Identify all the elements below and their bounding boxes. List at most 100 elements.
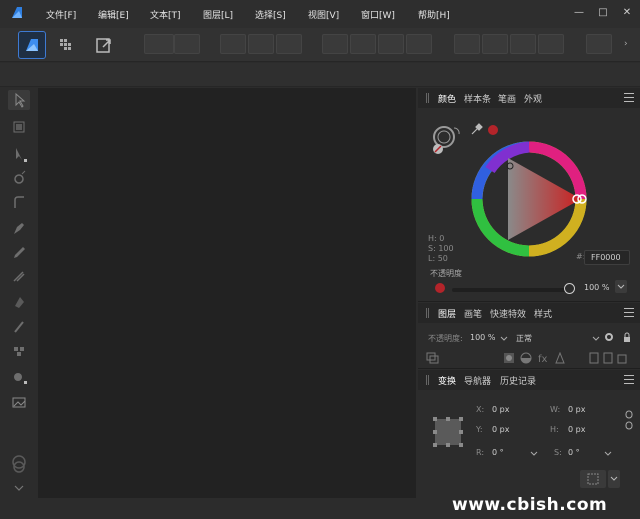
toolbar-button-4[interactable]: [248, 34, 274, 54]
move-tool[interactable]: [8, 90, 30, 110]
hex-input[interactable]: FF0000: [584, 250, 630, 265]
toolbar-button-6[interactable]: [322, 34, 348, 54]
color-panel-menu-icon[interactable]: [624, 93, 634, 102]
hue-readout: H: 0: [428, 234, 445, 243]
fill-stroke-selector-icon[interactable]: [430, 122, 466, 158]
artboard-tool[interactable]: [8, 117, 30, 137]
affinity-logo-icon[interactable]: [10, 6, 24, 20]
tab-history[interactable]: 历史记录: [500, 374, 536, 387]
blend-mode-chevron-icon[interactable]: [592, 334, 600, 342]
opacity-slider[interactable]: [452, 288, 572, 292]
link-aspect-icon[interactable]: [624, 410, 634, 430]
chevron-down-icon[interactable]: [500, 334, 508, 342]
toolbar-button-5[interactable]: [276, 34, 302, 54]
current-color-swatch[interactable]: [435, 283, 445, 293]
tab-appearance[interactable]: 外观: [524, 92, 542, 105]
toolbar-button-3[interactable]: [220, 34, 246, 54]
menu-select[interactable]: 选择[S]: [255, 8, 286, 21]
menu-edit[interactable]: 编辑[E]: [98, 8, 129, 21]
export-persona-button[interactable]: [90, 31, 118, 59]
blend-mode-value[interactable]: 正常: [516, 333, 532, 344]
toolbar-button-2[interactable]: [174, 34, 200, 54]
layers-panel-menu-icon[interactable]: [624, 308, 634, 317]
minimize-button[interactable]: —: [572, 6, 586, 20]
picked-color-swatch[interactable]: [488, 125, 498, 135]
eyedropper-icon[interactable]: [470, 122, 484, 136]
menu-help[interactable]: 帮助[H]: [418, 8, 450, 21]
tab-styles[interactable]: 样式: [534, 307, 552, 320]
menu-window[interactable]: 窗口[W]: [361, 8, 395, 21]
menu-view[interactable]: 视图[V]: [308, 8, 339, 21]
node-tool[interactable]: [8, 144, 30, 164]
layer-stack-icon[interactable]: [426, 352, 440, 364]
toolbar-button-1[interactable]: [144, 34, 174, 54]
toolbar-button-8[interactable]: [378, 34, 404, 54]
color-swatch-tool[interactable]: [8, 454, 30, 474]
w-value[interactable]: 0 px: [568, 405, 585, 414]
rotation-value[interactable]: 0 °: [492, 448, 504, 457]
layer-opacity-value[interactable]: 100 %: [470, 333, 495, 342]
node-pointer-icon: [16, 148, 27, 162]
tools-expand[interactable]: [8, 480, 30, 500]
color-wheel[interactable]: [470, 140, 588, 258]
toolbar-button-7[interactable]: [350, 34, 376, 54]
layer-actions-icons[interactable]: fx: [504, 352, 628, 364]
toolbar-button-12[interactable]: [510, 34, 536, 54]
opacity-dropdown[interactable]: [615, 280, 627, 293]
tab-transform[interactable]: 变换: [438, 374, 456, 387]
transparency-tool[interactable]: [8, 341, 30, 361]
fill-tool[interactable]: [8, 292, 30, 312]
gear-icon[interactable]: [604, 332, 614, 342]
vector-brush-tool[interactable]: [8, 266, 30, 286]
toolbar-overflow-icon[interactable]: ›: [624, 39, 628, 49]
close-button[interactable]: ✕: [620, 6, 634, 20]
tab-color[interactable]: 颜色: [438, 92, 456, 105]
tab-navigator[interactable]: 导航器: [464, 374, 491, 387]
chevron-down-icon[interactable]: [530, 449, 538, 457]
tab-layers[interactable]: 图层: [438, 307, 456, 320]
shape-icon: [14, 373, 27, 384]
svg-text:fx: fx: [538, 354, 548, 364]
opacity-slider-handle[interactable]: [564, 283, 575, 294]
toolbar-button-10[interactable]: [454, 34, 480, 54]
point-transform-tool[interactable]: [8, 168, 30, 188]
transform-panel-menu-icon[interactable]: [624, 375, 634, 384]
document-canvas[interactable]: [38, 88, 416, 498]
tools-panel: [0, 88, 38, 500]
shear-label: S:: [554, 448, 562, 457]
tab-swatches[interactable]: 样本条: [464, 92, 491, 105]
y-value[interactable]: 0 px: [492, 425, 509, 434]
toolbar-button-13[interactable]: [538, 34, 564, 54]
tab-stroke[interactable]: 笔画: [498, 92, 516, 105]
pencil-tool[interactable]: [8, 242, 30, 262]
x-value[interactable]: 0 px: [492, 405, 509, 414]
anchor-point-selector-icon[interactable]: [432, 416, 464, 448]
toolbar-button-14[interactable]: [586, 34, 612, 54]
pixel-persona-button[interactable]: [52, 31, 80, 59]
menu-text[interactable]: 文本[T]: [150, 8, 181, 21]
menu-file[interactable]: 文件[F]: [46, 8, 76, 21]
maximize-button[interactable]: □: [596, 6, 610, 20]
point-transform-icon: [14, 170, 26, 184]
lock-icon[interactable]: [622, 332, 632, 342]
tab-quick-fx[interactable]: 快速特效: [490, 307, 526, 320]
transform-options-button[interactable]: [580, 470, 606, 488]
panel-grip-icon[interactable]: [426, 375, 429, 385]
panel-grip-icon[interactable]: [426, 93, 429, 103]
place-image-tool[interactable]: [8, 392, 30, 412]
designer-persona-button[interactable]: [18, 31, 46, 59]
menu-bar: 文件[F] 编辑[E] 文本[T] 图层[L] 选择[S] 视图[V] 窗口[W…: [0, 0, 640, 28]
h-value[interactable]: 0 px: [568, 425, 585, 434]
shear-value[interactable]: 0 °: [568, 448, 580, 457]
paint-brush-tool[interactable]: [8, 316, 30, 336]
pen-tool[interactable]: [8, 218, 30, 238]
toolbar-button-9[interactable]: [406, 34, 432, 54]
transform-options-dropdown[interactable]: [608, 470, 620, 488]
tab-brushes[interactable]: 画笔: [464, 307, 482, 320]
shape-tool[interactable]: [8, 366, 30, 386]
chevron-down-icon[interactable]: [604, 449, 612, 457]
menu-layer[interactable]: 图层[L]: [203, 8, 233, 21]
corner-tool[interactable]: [8, 192, 30, 212]
toolbar-button-11[interactable]: [482, 34, 508, 54]
panel-grip-icon[interactable]: [426, 308, 429, 318]
